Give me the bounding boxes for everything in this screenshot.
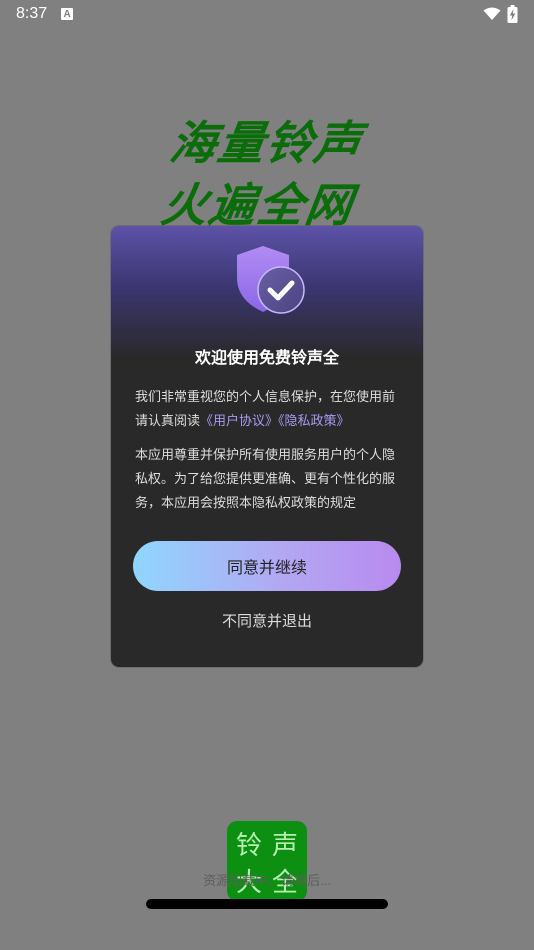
intro-paragraph: 我们非常重视您的个人信息保护，在您使用前请认真阅读《用户协议》《隐私政策》 [135,386,401,434]
privacy-policy-link[interactable]: 《隐私政策》 [278,414,350,429]
home-indicator[interactable] [146,899,388,909]
disagree-button[interactable]: 不同意并退出 [111,606,423,636]
app-logo: 铃 声 大 全 [227,821,307,901]
wifi-icon [483,7,501,20]
splash-slogan: 海量铃声 火遍全网 [157,112,384,236]
battery-charging-icon [507,5,518,23]
privacy-dialog: 欢迎使用免费铃声全 我们非常重视您的个人信息保护，在您使用前请认真阅读《用户协议… [111,226,423,667]
slogan-line-1: 海量铃声 [166,116,367,170]
dialog-title: 欢迎使用免费铃声全 [194,348,339,367]
status-time: 8:37 [16,5,48,22]
status-right [483,5,518,23]
status-bar: 8:37 A [0,0,534,28]
loading-text: 资源加载中，请稍后... [203,873,331,888]
dialog-body: 我们非常重视您的个人信息保护，在您使用前请认真阅读《用户协议》《隐私政策》 本应… [135,386,401,526]
logo-char: 铃 [235,831,262,861]
agree-button[interactable]: 同意并继续 [133,541,401,591]
status-left: 8:37 A [16,5,74,23]
logo-char: 声 [271,831,298,861]
privacy-paragraph: 本应用尊重并保护所有使用服务用户的个人隐私权。为了给您提供更准确、更有个性化的服… [135,448,396,511]
a-icon: A [61,8,74,20]
user-agreement-link[interactable]: 《用户协议》 [200,414,278,429]
shield-check-icon [233,244,309,320]
